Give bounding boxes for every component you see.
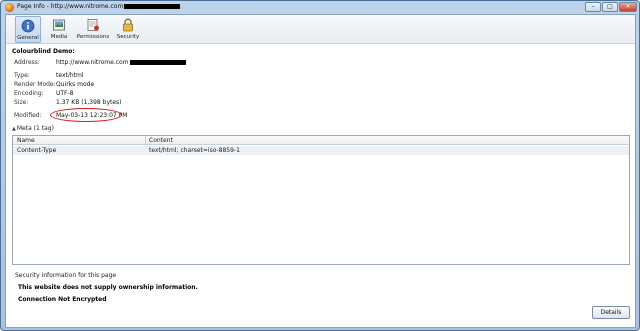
redaction-bar — [124, 4, 181, 9]
address-label: Address: — [14, 59, 40, 66]
tab-security[interactable]: Security — [115, 16, 141, 43]
page-title: Colourblind Demo: — [12, 48, 75, 55]
tab-security-label: Security — [116, 34, 140, 40]
address-value[interactable]: http://www.nitrome.com — [56, 59, 186, 66]
meta-expander[interactable]: ▲Meta (1 tag) — [12, 125, 54, 132]
ownership-info: This website does not supply ownership i… — [18, 284, 198, 291]
maximize-button[interactable]: □ — [602, 2, 618, 12]
column-separator[interactable] — [145, 136, 146, 145]
page-info-window: Page Info - http://www.nitrome.com – □ ✕… — [0, 0, 640, 331]
title-bar[interactable]: Page Info - http://www.nitrome.com – □ ✕ — [1, 1, 639, 14]
meta-name-cell: Content-Type — [17, 147, 57, 154]
type-label: Type: — [14, 72, 30, 79]
tab-toolbar: General Media Permissions Security — [6, 15, 635, 44]
encoding-label: Encoding: — [14, 90, 44, 97]
table-row[interactable]: Content-Type text/html; charset=iso-8859… — [13, 146, 629, 155]
meta-toggle-label: Meta (1 tag) — [16, 125, 54, 132]
size-label: Size: — [14, 99, 29, 106]
triangle-down-icon: ▲ — [12, 126, 16, 132]
highlight-circle — [50, 108, 122, 122]
tab-permissions[interactable]: Permissions — [74, 16, 112, 43]
window-title: Page Info - http://www.nitrome.com — [17, 3, 181, 10]
render-mode-value: Quirks mode — [56, 81, 95, 88]
firefox-icon — [5, 3, 14, 12]
redaction-bar — [129, 60, 186, 65]
permissions-icon — [87, 19, 99, 31]
type-value: text/html — [56, 72, 84, 79]
encryption-status: Connection Not Encrypted — [18, 296, 107, 303]
tab-media-label: Media — [50, 34, 68, 40]
details-button[interactable]: Details — [592, 306, 630, 319]
column-header-name[interactable]: Name — [17, 137, 35, 144]
security-section-label: Security information for this page — [15, 272, 117, 279]
minimize-button[interactable]: – — [585, 2, 601, 12]
meta-content-cell: text/html; charset=iso-8859-1 — [149, 147, 240, 154]
lock-icon — [123, 18, 133, 32]
media-icon — [53, 19, 65, 31]
encoding-value: UTF-8 — [56, 90, 74, 97]
dialog-content: General Media Permissions Security Colou… — [5, 14, 636, 328]
close-button[interactable]: ✕ — [619, 2, 637, 12]
meta-table-header: Name Content — [13, 136, 629, 145]
size-value: 1.37 KB (1,398 bytes) — [56, 99, 122, 106]
meta-table[interactable]: Name Content Content-Type text/html; cha… — [12, 135, 630, 265]
column-header-content[interactable]: Content — [149, 137, 173, 144]
tab-general[interactable]: General — [15, 16, 41, 43]
info-icon — [21, 19, 35, 33]
render-mode-label: Render Mode: — [14, 81, 56, 88]
tab-permissions-label: Permissions — [76, 34, 110, 40]
tab-media[interactable]: Media — [46, 16, 72, 43]
tab-general-label: General — [17, 35, 39, 41]
modified-label: Modified: — [14, 112, 42, 119]
